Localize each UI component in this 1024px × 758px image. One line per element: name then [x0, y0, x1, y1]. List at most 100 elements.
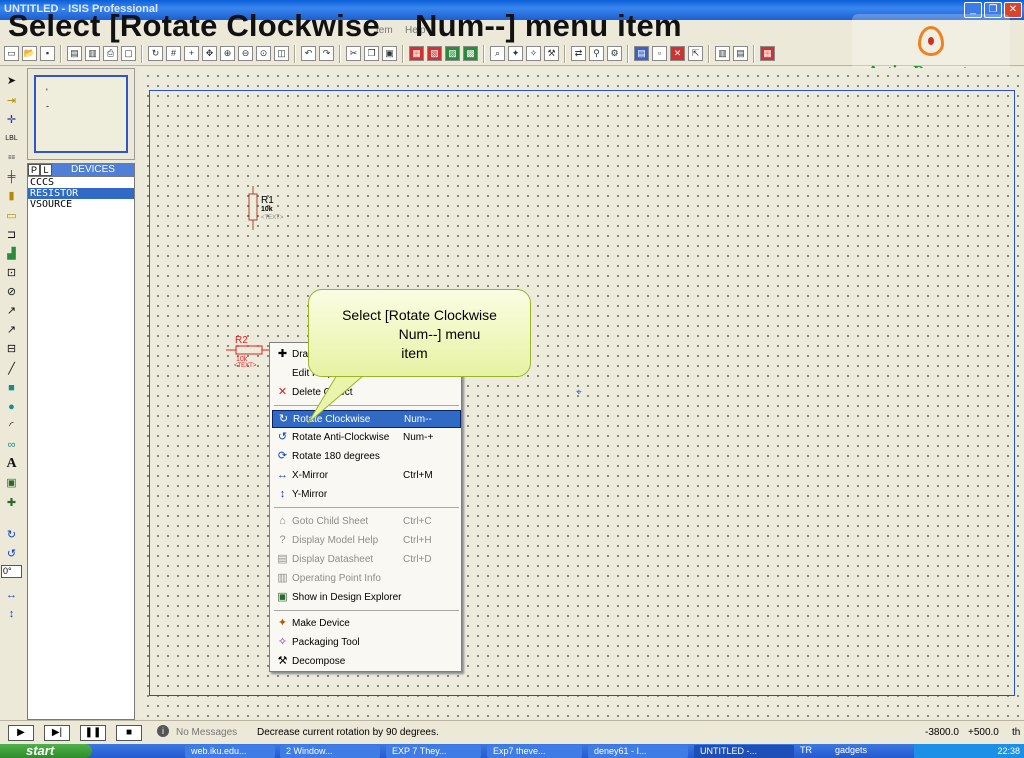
zoom-area-icon[interactable]: ◫ — [274, 46, 289, 61]
current-probe-icon[interactable]: ↗ — [4, 323, 19, 337]
refresh-icon[interactable]: ↻ — [148, 46, 163, 61]
line-icon[interactable]: ╱ — [4, 362, 19, 376]
import-icon[interactable]: ▤ — [67, 46, 82, 61]
design-explorer-icon[interactable]: ▤ — [634, 46, 649, 61]
library-manager-button[interactable]: L — [40, 164, 52, 176]
exit-parent-icon[interactable]: ⇱ — [688, 46, 703, 61]
block-rotate-icon[interactable]: ▨ — [445, 46, 460, 61]
device-pins-icon[interactable]: ⊐ — [4, 228, 19, 242]
zoom-all-icon[interactable]: ⊙ — [256, 46, 271, 61]
taskbar-item[interactable]: web.iku.edu... — [185, 745, 275, 758]
language-indicator[interactable]: TR — [800, 745, 812, 755]
pick-device-icon[interactable]: ⌕ — [490, 46, 505, 61]
menu-item-packaging-tool[interactable]: ✧ Packaging Tool — [272, 634, 461, 652]
menu-item-make-device[interactable]: ✦ Make Device — [272, 615, 461, 633]
rotate-clockwise-icon: ↻ — [278, 413, 289, 425]
make-device-icon[interactable]: ✦ — [508, 46, 523, 61]
rotation-field[interactable]: 0° — [1, 565, 22, 578]
buses-icon[interactable]: ╪ — [4, 170, 19, 184]
toolbar-separator — [294, 44, 296, 63]
wire-autorouter-icon[interactable]: ⇄ — [571, 46, 586, 61]
generator-icon[interactable]: ⊘ — [4, 285, 19, 299]
graph-icon[interactable]: ▟ — [4, 247, 19, 261]
taskbar-item[interactable]: EXP 7 They... — [386, 745, 481, 758]
taskbar-item[interactable]: Exp7 theve... — [487, 745, 582, 758]
device-item-selected[interactable]: RESISTOR — [28, 188, 134, 199]
cut-icon[interactable]: ✂ — [346, 46, 361, 61]
selection-mode-icon[interactable]: ➤ — [4, 74, 19, 88]
text-icon[interactable]: A — [4, 457, 19, 471]
menu-item-rotate-anticlockwise[interactable]: ↺ Rotate Anti-Clockwise Num-+ — [272, 429, 461, 447]
junction-dot-icon[interactable]: ✛ — [4, 113, 19, 127]
area-icon[interactable]: ▢ — [121, 46, 136, 61]
menu-item-x-mirror[interactable]: ↔ X-Mirror Ctrl+M — [272, 467, 461, 485]
gadgets-toolbar[interactable]: gadgets — [835, 745, 867, 755]
box-icon[interactable]: ■ — [4, 381, 19, 395]
undo-icon[interactable]: ↶ — [301, 46, 316, 61]
taskbar-item[interactable]: deney61 - I... — [588, 745, 688, 758]
block-move-icon[interactable]: ▧ — [427, 46, 442, 61]
netlist-icon[interactable]: ▤ — [733, 46, 748, 61]
pause-button[interactable]: ❚❚ — [80, 725, 106, 741]
taskbar-item-active[interactable]: UNTITLED -... — [694, 745, 794, 758]
x-mirror-tool-icon[interactable]: ↔ — [4, 588, 19, 602]
path-icon[interactable]: ∞ — [4, 438, 19, 452]
origin-icon[interactable]: + — [184, 46, 199, 61]
y-mirror-tool-icon[interactable]: ↕ — [4, 607, 19, 621]
step-button[interactable]: ▶| — [44, 725, 70, 741]
subcircuit-icon[interactable]: ▮ — [4, 189, 19, 203]
voltage-probe-icon[interactable]: ↗ — [4, 304, 19, 318]
copy-icon[interactable]: ❐ — [364, 46, 379, 61]
new-sheet-icon[interactable]: ▫ — [652, 46, 667, 61]
print-icon[interactable]: ⎙ — [103, 46, 118, 61]
bom-icon[interactable]: ▥ — [715, 46, 730, 61]
decompose-icon[interactable]: ⚒ — [544, 46, 559, 61]
menu-item-show-in-design-explorer[interactable]: ▣ Show in Design Explorer — [272, 589, 461, 607]
stop-button[interactable]: ■ — [116, 725, 142, 741]
save-icon[interactable]: ▪ — [40, 46, 55, 61]
block-delete-icon[interactable]: ▩ — [463, 46, 478, 61]
open-icon[interactable]: 📂 — [22, 46, 37, 61]
pick-devices-button[interactable]: P — [28, 164, 40, 176]
menu-item-decompose[interactable]: ⚒ Decompose — [272, 653, 461, 671]
grid-icon[interactable]: # — [166, 46, 181, 61]
property-tool-icon[interactable]: ⚙ — [607, 46, 622, 61]
zoom-out-icon[interactable]: ⊖ — [238, 46, 253, 61]
taskbar-item[interactable]: 2 Window... — [280, 745, 380, 758]
new-icon[interactable]: ▭ — [4, 46, 19, 61]
rotate-clockwise-tool-icon[interactable]: ↻ — [4, 528, 19, 542]
rotate-anticlockwise-tool-icon[interactable]: ↺ — [4, 547, 19, 561]
overview-window[interactable]: ' - — [27, 68, 135, 160]
start-button[interactable]: start — [0, 744, 92, 758]
callout-line-2: Num--] menu — [398, 326, 481, 342]
marker-icon[interactable]: ✚ — [4, 496, 19, 510]
messages-status[interactable]: No Messages — [176, 727, 237, 738]
device-item[interactable]: VSOURCE — [28, 199, 134, 210]
tape-recorder-icon[interactable]: ⊡ — [4, 266, 19, 280]
toolbar-separator — [402, 44, 404, 63]
clock[interactable]: 22:38 — [997, 746, 1020, 756]
virtual-instruments-icon[interactable]: ⊟ — [4, 342, 19, 356]
search-icon[interactable]: ⚲ — [589, 46, 604, 61]
wire-label-icon[interactable]: LBL — [4, 132, 19, 146]
circle-icon[interactable]: ● — [4, 400, 19, 414]
symbol-icon[interactable]: ▣ — [4, 476, 19, 490]
play-button[interactable]: ▶ — [8, 725, 34, 741]
menu-item-rotate-180[interactable]: ⟳ Rotate 180 degrees — [272, 448, 461, 466]
block-copy-icon[interactable]: ▦ — [409, 46, 424, 61]
remove-sheet-icon[interactable]: ✕ — [670, 46, 685, 61]
menu-item-y-mirror[interactable]: ↕ Y-Mirror — [272, 486, 461, 504]
component-mode-icon[interactable]: ⇥ — [4, 94, 19, 108]
redo-icon[interactable]: ↷ — [319, 46, 334, 61]
terminals-icon[interactable]: ▭ — [4, 209, 19, 223]
packaging-icon[interactable]: ✧ — [526, 46, 541, 61]
arc-icon[interactable]: ◜ — [4, 419, 19, 433]
pan-icon[interactable]: ✥ — [202, 46, 217, 61]
export-icon[interactable]: ▥ — [85, 46, 100, 61]
resistor-r2[interactable] — [226, 343, 272, 357]
text-script-icon[interactable]: ≡≡ — [4, 151, 19, 165]
paste-icon[interactable]: ▣ — [382, 46, 397, 61]
ares-icon[interactable]: ▦ — [760, 46, 775, 61]
device-item[interactable]: CCCS — [28, 177, 134, 188]
zoom-in-icon[interactable]: ⊕ — [220, 46, 235, 61]
